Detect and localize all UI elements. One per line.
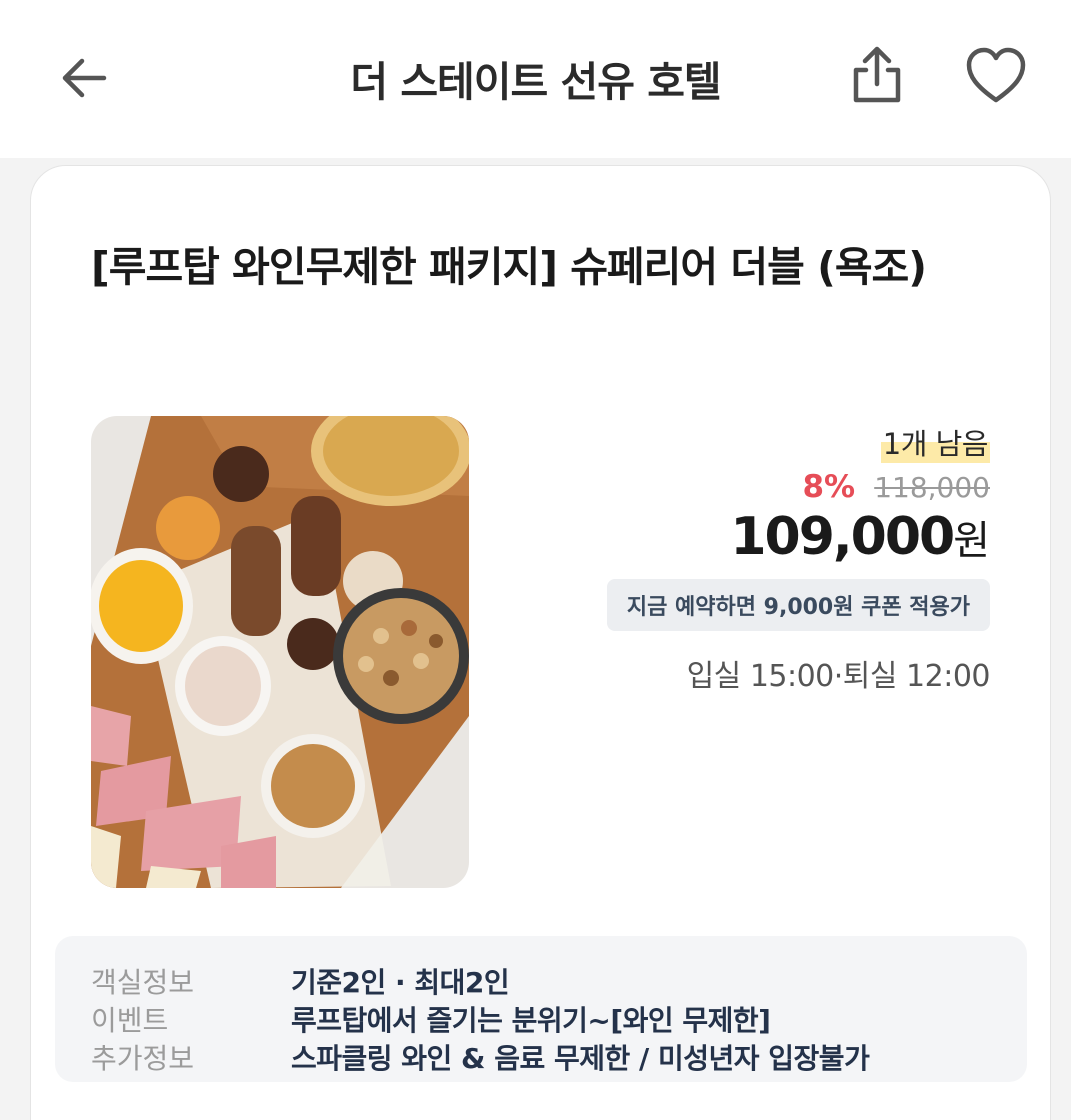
- info-label: 객실정보: [91, 966, 195, 999]
- room-card[interactable]: [루프탑 와인무제한 패키지] 슈페리어 더블 (욕조) 1개 남음 8% 11…: [30, 165, 1051, 1120]
- checkin-checkout-time: 입실 15:00·퇴실 12:00: [686, 659, 991, 694]
- food-platter-image: [91, 416, 469, 888]
- currency-unit: 원: [953, 518, 990, 564]
- coupon-badge: 지금 예약하면 9,000원 쿠폰 적용가: [606, 579, 990, 631]
- share-icon: [853, 46, 901, 103]
- room-photo[interactable]: [91, 416, 469, 888]
- info-value: 스파클링 와인 & 음료 무제한 / 미성년자 입장불가: [291, 1042, 870, 1075]
- discount-rate: 8%: [802, 469, 856, 505]
- info-row-extra: 추가정보 스파클링 와인 & 음료 무제한 / 미성년자 입장불가: [91, 1038, 991, 1076]
- app-header: 더 스테이트 선유 호텔: [0, 0, 1071, 158]
- like-button[interactable]: [964, 46, 1028, 106]
- room-info-box: 객실정보 기준2인 · 최대2인 이벤트 루프탑에서 즐기는 분위기~[와인 무…: [55, 936, 1027, 1082]
- final-price: 109,000: [730, 507, 955, 567]
- rooms-remaining-badge: 1개 남음: [880, 421, 990, 463]
- share-button[interactable]: [846, 44, 908, 106]
- info-row-room: 객실정보 기준2인 · 최대2인: [91, 962, 991, 1000]
- info-row-event: 이벤트 루프탑에서 즐기는 분위기~[와인 무제한]: [91, 1000, 991, 1038]
- info-label: 이벤트: [91, 1004, 169, 1037]
- price-section: 1개 남음 8% 118,000 109,000원 지금 예약하면 9,000원…: [606, 421, 991, 695]
- heart-icon: [966, 47, 1026, 103]
- room-title: [루프탑 와인무제한 패키지] 슈페리어 더블 (욕조): [91, 243, 927, 291]
- info-value: 기준2인 · 최대2인: [291, 966, 510, 999]
- info-label: 추가정보: [91, 1042, 195, 1075]
- info-value: 루프탑에서 즐기는 분위기~[와인 무제한]: [291, 1004, 771, 1037]
- original-price: 118,000: [874, 471, 990, 504]
- hotel-name-title: 더 스테이트 선유 호텔: [350, 58, 721, 106]
